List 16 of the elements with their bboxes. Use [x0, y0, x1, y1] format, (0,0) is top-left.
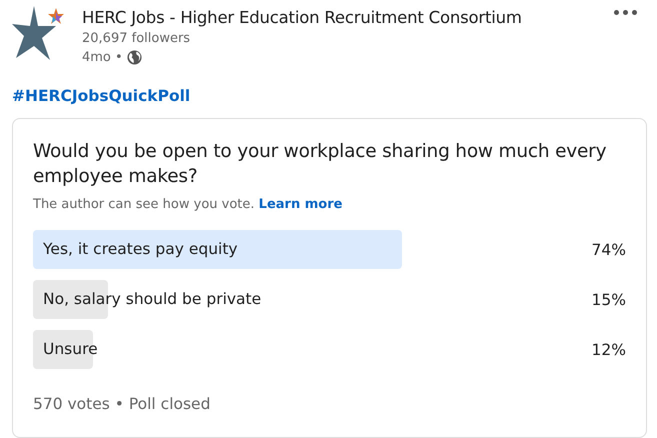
option-label: No, salary should be private — [42, 289, 262, 310]
learn-more-link[interactable]: Learn more — [258, 197, 342, 212]
post-age: 4mo • — [82, 49, 123, 67]
option-percent: 74% — [592, 240, 626, 258]
option-percent: 12% — [592, 340, 626, 358]
author-name[interactable]: HERC Jobs - Higher Education Recruitment Consortium — [82, 7, 522, 29]
globe-icon — [126, 50, 142, 65]
follower-count: 20,697 followers — [82, 30, 192, 48]
poll-summary: 570 votes • Poll closed — [33, 395, 212, 413]
poll-question: Would you be open to your workplace sharing how much every employee makes? — [33, 140, 608, 189]
option-label: Yes, it creates pay equity — [42, 239, 238, 260]
hashtag-link[interactable]: #HERCJobsQuickPoll — [12, 87, 190, 105]
vote-visibility-note: The author can see how you vote. Learn more — [33, 197, 344, 212]
option-label: Unsure — [42, 339, 98, 360]
more-options-button[interactable] — [612, 8, 639, 17]
option-percent: 15% — [592, 290, 626, 308]
